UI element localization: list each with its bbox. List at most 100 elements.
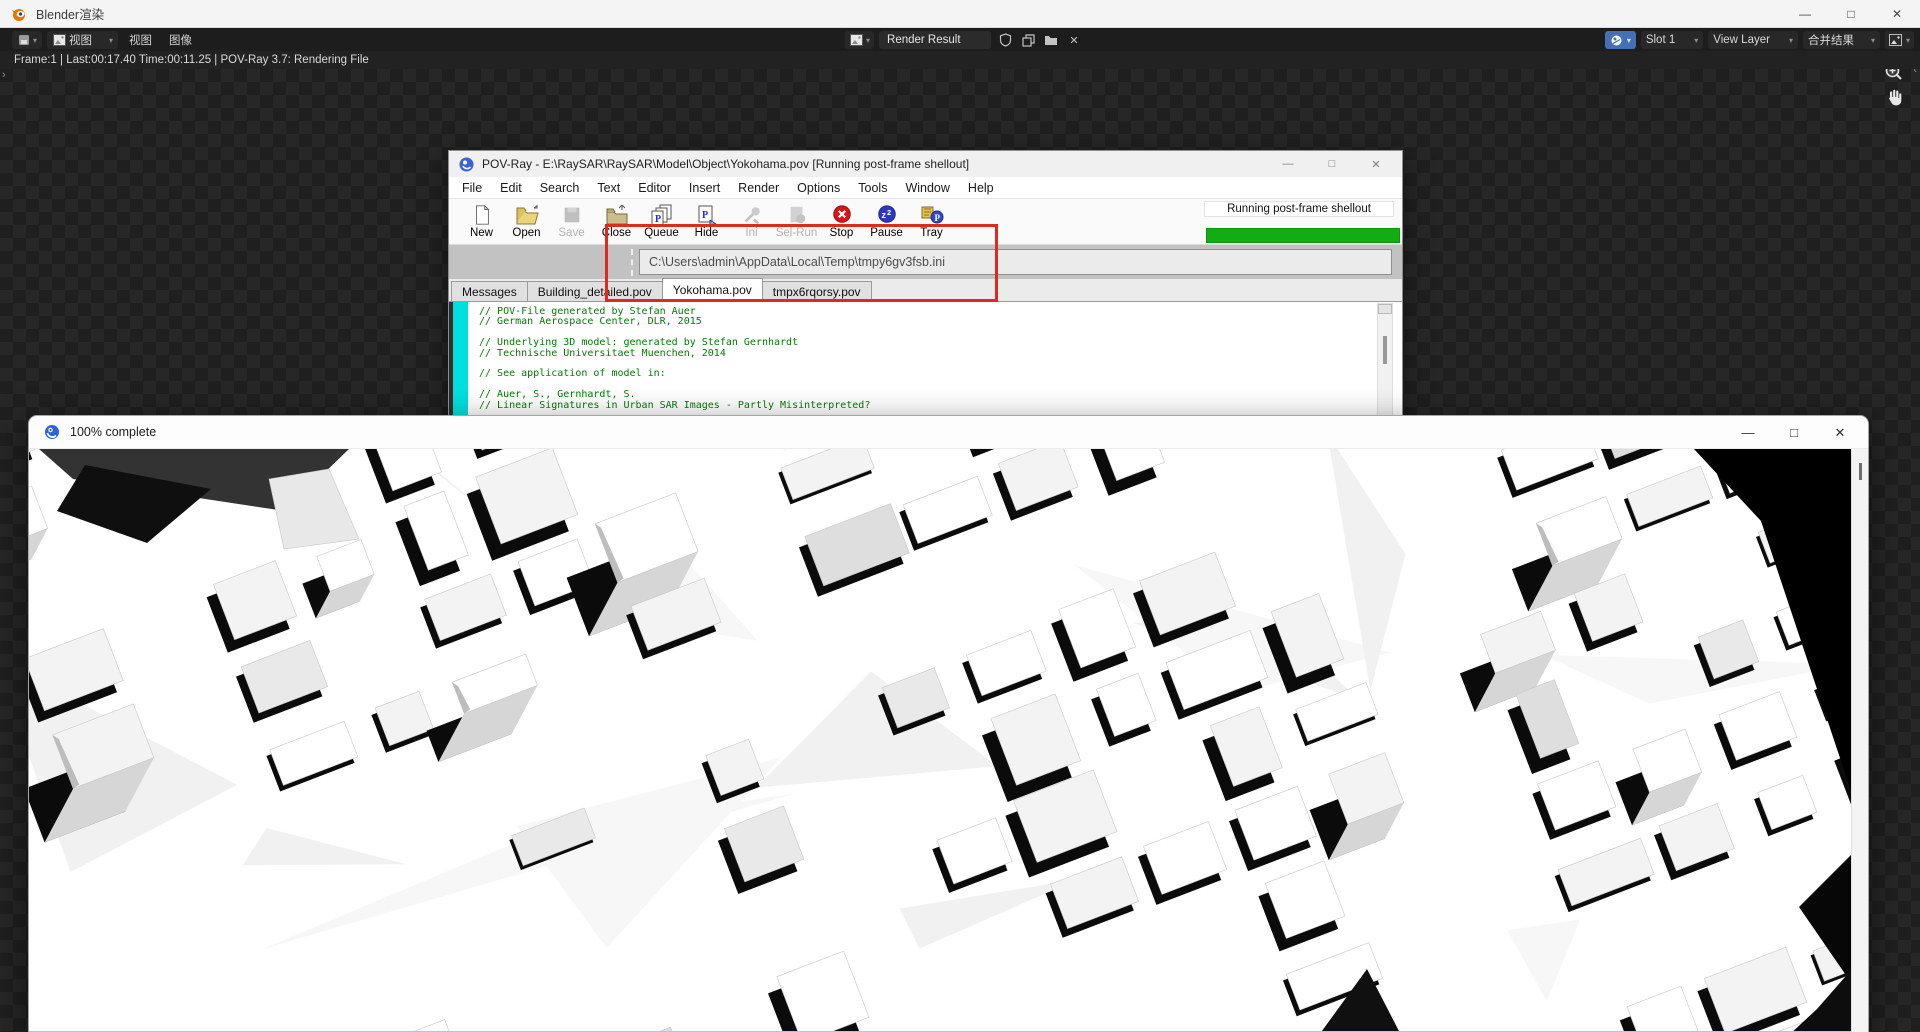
image-thumb-icon <box>849 31 863 49</box>
blender-header-right: ▾ Slot 1 ▾ View Layer ▾ 合并结果 ▾ ▾ <box>1605 31 1914 49</box>
scrollbar-thumb[interactable] <box>1383 336 1387 364</box>
save-button[interactable]: Save <box>549 199 594 244</box>
new-icon <box>471 204 493 226</box>
render-status-text: Frame:1 | Last:00:17.40 Time:00:11.25 | … <box>14 54 369 66</box>
menu-editor[interactable]: Editor <box>629 181 680 195</box>
povray-menubar: File Edit Search Text Editor Insert Rend… <box>449 177 1402 199</box>
blender-status-bar: Frame:1 | Last:00:17.40 Time:00:11.25 | … <box>0 51 1920 69</box>
menu-search[interactable]: Search <box>531 181 589 195</box>
svg-text:z: z <box>881 210 886 220</box>
povray-window-title: POV-Ray - E:\RaySAR\RaySAR\Model\Object\… <box>482 157 969 171</box>
panel-expand-chevron-left[interactable]: › <box>2 69 6 81</box>
open-button[interactable]: Open <box>504 199 549 244</box>
menu-window[interactable]: Window <box>896 181 958 195</box>
render-window-controls: — □ ✕ <box>1725 416 1863 449</box>
render-scrollbar[interactable] <box>1851 449 1868 1032</box>
menu-file[interactable]: File <box>453 181 491 195</box>
unlink-icon[interactable]: ✕ <box>1065 31 1083 49</box>
render-maximize-button[interactable]: □ <box>1771 416 1817 449</box>
close-icon <box>605 204 629 226</box>
povray-window-controls: — □ ✕ <box>1266 151 1398 177</box>
blender-logo-icon <box>10 5 28 23</box>
menu-edit[interactable]: Edit <box>491 181 531 195</box>
scrollbar-splitter[interactable] <box>1378 304 1392 314</box>
editor-selection-gutter <box>453 302 468 429</box>
menu-help[interactable]: Help <box>959 181 1003 195</box>
view-mode-select[interactable]: 视图 ▾ <box>47 31 118 49</box>
chevron-down-icon: ▾ <box>866 36 870 45</box>
image-thumb-icon <box>1889 31 1903 49</box>
render-progress-bar <box>1206 228 1400 243</box>
code-line: // See application of model in: <box>479 369 1372 379</box>
open-icon <box>515 204 539 226</box>
render-minimize-button[interactable]: — <box>1725 416 1771 449</box>
svg-text:2: 2 <box>887 208 891 217</box>
blender-header: ▾ 视图 ▾ 视图 图像 ▾ Render Result <box>0 29 1920 51</box>
pan-hand-icon[interactable] <box>1882 85 1906 109</box>
chevron-down-icon: ▾ <box>1627 36 1631 45</box>
rendered-city-image <box>29 449 1852 1032</box>
run-status-label: Running post-frame shellout <box>1204 201 1394 217</box>
code-area: // POV-File generated by Stefan Auer // … <box>479 307 1372 411</box>
menu-view[interactable]: 视图 <box>123 32 158 48</box>
povray-app-icon <box>457 155 475 173</box>
editor-type-button[interactable]: ▾ <box>12 31 42 49</box>
selrun-icon <box>786 204 808 226</box>
render-window-title: 100% complete <box>70 425 156 439</box>
browse-image-icon <box>1610 31 1624 49</box>
code-line: // Technische Universitaet Muenchen, 201… <box>479 349 1372 359</box>
povray-maximize-button[interactable]: □ <box>1310 151 1354 177</box>
blender-titlebar[interactable]: Blender渲染 <box>0 0 1920 28</box>
menu-insert[interactable]: Insert <box>680 181 729 195</box>
view-mode-label: 视图 <box>69 32 92 48</box>
fake-user-icon[interactable] <box>996 31 1014 49</box>
tab-messages[interactable]: Messages <box>451 281 528 301</box>
view-layer-label: View Layer <box>1713 34 1770 46</box>
svg-text:P: P <box>702 210 708 221</box>
chevron-down-icon: ▾ <box>1906 36 1910 45</box>
image-name-field[interactable]: Render Result <box>879 31 991 49</box>
render-close-button[interactable]: ✕ <box>1817 416 1863 449</box>
display-channels-button[interactable]: ▾ <box>1885 31 1914 49</box>
blender-minimize-button[interactable]: — <box>1782 0 1828 28</box>
render-pass-select[interactable]: 合并结果 ▾ <box>1803 31 1880 49</box>
svg-text:P: P <box>934 213 940 223</box>
slot-select[interactable]: Slot 1 ▾ <box>1641 31 1703 49</box>
new-button[interactable]: New <box>459 199 504 244</box>
image-thumb-icon <box>52 31 66 49</box>
povray-close-button[interactable]: ✕ <box>1354 151 1398 177</box>
save-icon <box>561 204 583 226</box>
pause-icon: z2 <box>876 204 898 226</box>
editor-scrollbar[interactable] <box>1377 303 1393 428</box>
image-browser-button[interactable]: ▾ <box>1605 31 1636 49</box>
menu-text[interactable]: Text <box>588 181 629 195</box>
screen: Blender渲染 — □ ✕ ▾ 视图 ▾ 视图 图像 <box>0 0 1920 1032</box>
povray-minimize-button[interactable]: — <box>1266 151 1310 177</box>
queue-icon: P <box>650 204 674 226</box>
menu-image[interactable]: 图像 <box>163 32 198 48</box>
blender-window-controls: — □ ✕ <box>1782 0 1920 28</box>
menu-tools[interactable]: Tools <box>849 181 896 195</box>
code-editor[interactable]: // POV-File generated by Stefan Auer // … <box>449 302 1402 429</box>
code-line: // Underlying 3D model: generated by Ste… <box>479 338 1372 348</box>
render-pass-label: 合并结果 <box>1808 32 1854 48</box>
copy-icon[interactable] <box>1019 31 1037 49</box>
render-scrollbar-thumb[interactable] <box>1859 463 1862 480</box>
menu-options[interactable]: Options <box>788 181 849 195</box>
blender-header-middle: ▾ Render Result ✕ <box>845 31 1083 49</box>
povray-titlebar[interactable]: POV-Ray - E:\RaySAR\RaySAR\Model\Object\… <box>449 151 1402 177</box>
render-image-area <box>29 449 1868 1032</box>
blender-close-button[interactable]: ✕ <box>1874 0 1920 28</box>
chevron-down-icon: ▾ <box>109 36 113 45</box>
blender-maximize-button[interactable]: □ <box>1828 0 1874 28</box>
folder-icon[interactable] <box>1042 31 1060 49</box>
hide-icon: P <box>695 204 719 226</box>
ini-icon <box>741 204 763 226</box>
menu-render[interactable]: Render <box>729 181 788 195</box>
browse-image-button[interactable]: ▾ <box>845 31 874 49</box>
tray-icon: P <box>920 204 944 226</box>
code-line: // Auer, S., Gernhardt, S. <box>479 390 1372 400</box>
slot-label: Slot 1 <box>1646 34 1675 46</box>
render-window-titlebar[interactable]: 100% complete <box>29 416 1868 449</box>
view-layer-select[interactable]: View Layer ▾ <box>1708 31 1798 49</box>
